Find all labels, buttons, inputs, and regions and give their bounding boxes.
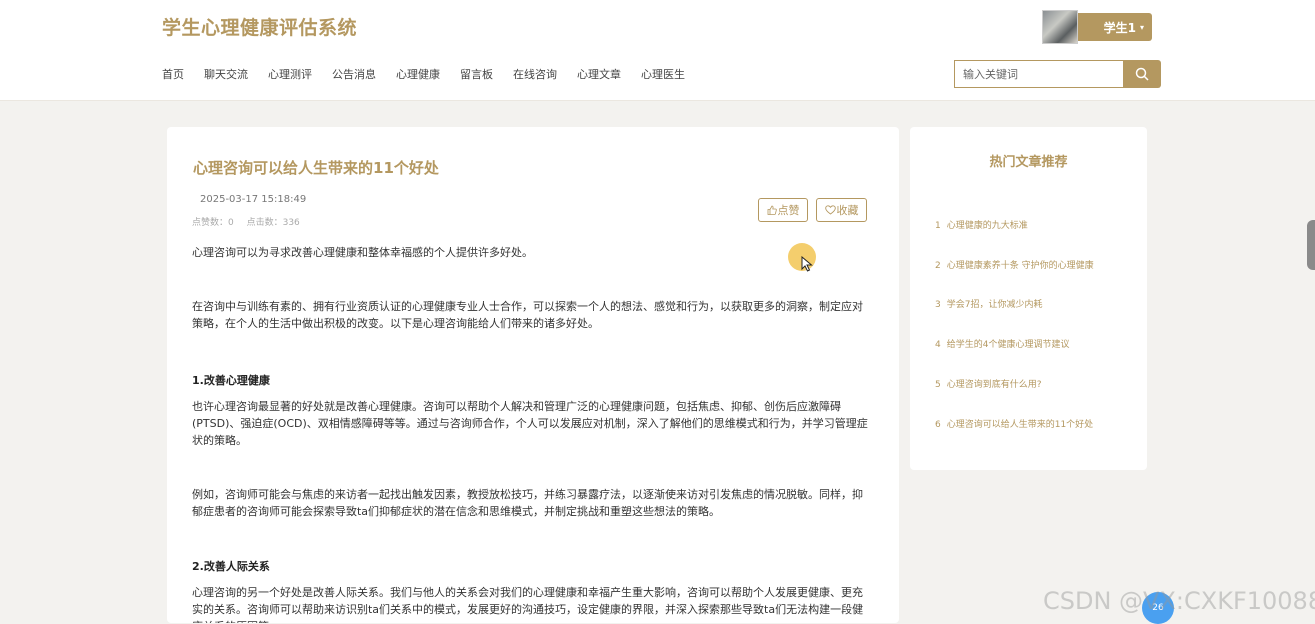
nav-item-doctors[interactable]: 心理医生 bbox=[641, 66, 685, 82]
nav-item-chat[interactable]: 聊天交流 bbox=[204, 66, 248, 82]
item-label: 学会7招，让你减少内耗 bbox=[946, 300, 1043, 310]
item-number: 6 bbox=[935, 420, 941, 430]
click-count: 点击数：336 bbox=[246, 218, 300, 228]
like-button-label: 点赞 bbox=[777, 204, 800, 217]
article-card: 心理咨询可以给人生带来的11个好处 2025-03-17 15:18:49 点赞… bbox=[167, 127, 899, 623]
watermark: CSDN @VX:CXKF10088 bbox=[1043, 587, 1315, 615]
like-count: 点赞数：0 bbox=[192, 218, 234, 228]
user-menu[interactable]: 学生1 ▾ bbox=[1042, 10, 1152, 44]
search-icon bbox=[1135, 67, 1149, 81]
hot-article-item[interactable]: 3 学会7招，让你减少内耗 bbox=[935, 297, 1042, 310]
sidebar-title: 热门文章推荐 bbox=[989, 155, 1068, 170]
nav-item-home[interactable]: 首页 bbox=[162, 66, 184, 82]
main-nav: 首页 聊天交流 心理测评 公告消息 心理健康 留言板 在线咨询 心理文章 心理医… bbox=[162, 66, 705, 82]
section-heading: 1.改善心理健康 bbox=[192, 374, 270, 387]
article-paragraph: 心理咨询可以为寻求改善心理健康和整体幸福感的个人提供许多好处。 bbox=[192, 246, 533, 259]
side-feedback-tab[interactable] bbox=[1307, 220, 1315, 270]
item-number: 2 bbox=[935, 261, 941, 271]
article-title: 心理咨询可以给人生带来的11个好处 bbox=[193, 159, 439, 177]
search-button[interactable] bbox=[1123, 60, 1161, 88]
item-number: 5 bbox=[935, 380, 941, 390]
favorite-button[interactable]: 收藏 bbox=[816, 198, 867, 222]
heart-icon bbox=[824, 205, 836, 215]
nav-item-online-consult[interactable]: 在线咨询 bbox=[513, 66, 557, 82]
avatar[interactable] bbox=[1042, 10, 1078, 44]
favorite-button-label: 收藏 bbox=[836, 204, 859, 217]
nav-item-announcements[interactable]: 公告消息 bbox=[332, 66, 376, 82]
article-paragraph: 也许心理咨询最显著的好处就是改善心理健康。咨询可以帮助个人解决和管理广泛的心理健… bbox=[192, 400, 868, 447]
nav-item-assessment[interactable]: 心理测评 bbox=[268, 66, 312, 82]
item-number: 1 bbox=[935, 221, 941, 231]
site-title: 学生心理健康评估系统 bbox=[162, 17, 358, 39]
section-heading: 2.改善人际关系 bbox=[192, 560, 270, 573]
item-label: 心理咨询可以给人生带来的11个好处 bbox=[946, 420, 1094, 430]
nav-item-mental-health[interactable]: 心理健康 bbox=[396, 66, 440, 82]
hot-articles-panel: 热门文章推荐 1 心理健康的九大标准 2 心理健康素养十条 守护你的心理健康 3 学会… bbox=[910, 127, 1147, 470]
like-button[interactable]: 点赞 bbox=[758, 198, 808, 222]
hot-article-item[interactable]: 6 心理咨询可以给人生带来的11个好处 bbox=[935, 417, 1093, 430]
item-number: 4 bbox=[935, 340, 941, 350]
user-name: 学生1 bbox=[1103, 20, 1136, 35]
item-label: 心理健康的九大标准 bbox=[946, 221, 1028, 231]
article-stats: 点赞数：0 点击数：336 bbox=[192, 215, 310, 228]
mouse-pointer-icon bbox=[801, 256, 813, 272]
hot-article-item[interactable]: 5 心理咨询到底有什么用? bbox=[935, 377, 1042, 390]
hot-article-item[interactable]: 2 心理健康素养十条 守护你的心理健康 bbox=[935, 258, 1094, 271]
article-date: 2025-03-17 15:18:49 bbox=[200, 194, 307, 205]
nav-item-message-board[interactable]: 留言板 bbox=[460, 66, 493, 82]
item-label: 给学生的4个健康心理调节建议 bbox=[946, 340, 1070, 350]
hot-article-item[interactable]: 1 心理健康的九大标准 bbox=[935, 218, 1028, 231]
item-label: 心理咨询到底有什么用? bbox=[946, 380, 1042, 390]
hot-article-item[interactable]: 4 给学生的4个健康心理调节建议 bbox=[935, 337, 1069, 350]
nav-item-articles[interactable]: 心理文章 bbox=[577, 66, 621, 82]
search-bar bbox=[954, 60, 1161, 88]
article-paragraph: 心理咨询的另一个好处是改善人际关系。我们与他人的关系会对我们的心理健康和幸福产生… bbox=[192, 586, 864, 623]
article-paragraph: 例如，咨询师可能会与焦虑的来访者一起找出触发因素，教授放松技巧，并练习暴露疗法，… bbox=[192, 488, 863, 518]
item-number: 3 bbox=[935, 300, 941, 310]
top-header: 学生心理健康评估系统 首页 聊天交流 心理测评 公告消息 心理健康 留言板 在线… bbox=[0, 0, 1315, 101]
article-paragraph: 在咨询中与训练有素的、拥有行业资质认证的心理健康专业人士合作，可以探索一个人的想… bbox=[192, 300, 863, 330]
thumbs-up-icon bbox=[767, 205, 777, 215]
user-dropdown-button[interactable]: 学生1 ▾ bbox=[1078, 13, 1152, 41]
search-input[interactable] bbox=[954, 60, 1123, 88]
item-label: 心理健康素养十条 守护你的心理健康 bbox=[946, 261, 1094, 271]
chevron-down-icon: ▾ bbox=[1139, 22, 1144, 32]
